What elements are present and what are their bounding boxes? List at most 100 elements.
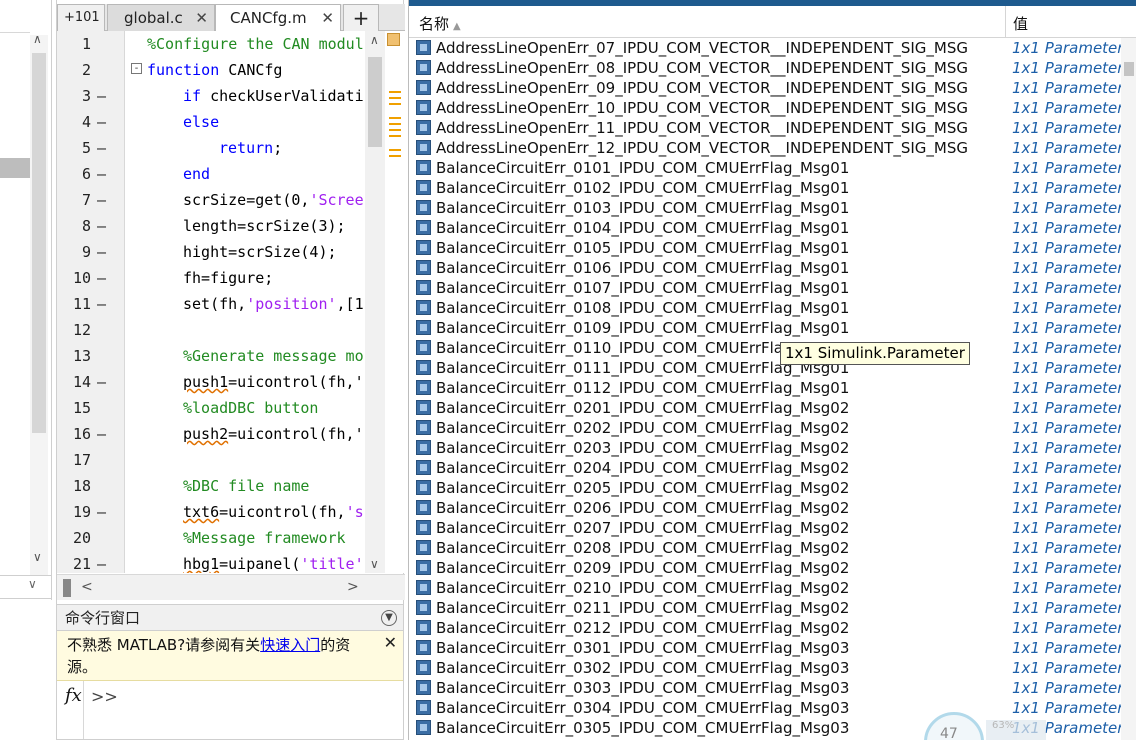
variable-row[interactable]: BalanceCircuitErr_0207_IPDU_COM_CMUErrFl… [409,518,1121,538]
fold-toggle-icon[interactable]: - [131,63,142,74]
panel-menu-icon[interactable]: ▼ [381,610,397,626]
breakpoint-marker[interactable]: — [97,161,106,187]
chevron-down-icon[interactable]: ∨ [28,577,37,591]
warning-marker[interactable] [389,117,401,119]
warning-marker[interactable] [389,103,401,105]
variable-row[interactable]: BalanceCircuitErr_0102_IPDU_COM_CMUErrFl… [409,178,1121,198]
variable-row[interactable]: BalanceCircuitErr_0108_IPDU_COM_CMUErrFl… [409,298,1121,318]
code-line[interactable]: 4 — else [57,109,365,135]
warning-marker[interactable] [389,129,401,131]
variable-row[interactable]: BalanceCircuitErr_0303_IPDU_COM_CMUErrFl… [409,678,1121,698]
warning-marker[interactable] [389,155,401,157]
variable-row[interactable]: BalanceCircuitErr_0205_IPDU_COM_CMUErrFl… [409,478,1121,498]
code-line[interactable]: 17 [57,447,365,473]
code-line[interactable]: 9 — hight=scrSize(4); [57,239,365,265]
scrollbar-thumb[interactable] [32,53,46,433]
scroll-left-icon[interactable]: < [81,579,93,595]
column-header-value[interactable]: 值 [1013,13,1028,34]
scroll-up-icon[interactable]: ∧ [33,32,42,46]
code-line[interactable]: 3 — if checkUserValidati [57,83,365,109]
code-line[interactable]: 18 %DBC file name [57,473,365,499]
warning-marker[interactable] [389,149,401,151]
breakpoint-marker[interactable]: — [97,135,106,161]
code-line[interactable]: 16 — push2=uicontrol(fh,' [57,421,365,447]
variable-row[interactable]: AddressLineOpenErr_09_IPDU_COM_VECTOR__I… [409,78,1121,98]
variable-row[interactable]: BalanceCircuitErr_0304_IPDU_COM_CMUErrFl… [409,698,1121,718]
breakpoint-marker[interactable]: — [97,83,106,109]
variable-row[interactable]: BalanceCircuitErr_0105_IPDU_COM_CMUErrFl… [409,238,1121,258]
breakpoint-marker[interactable]: — [97,499,106,525]
variable-row[interactable]: AddressLineOpenErr_07_IPDU_COM_VECTOR__I… [409,38,1121,58]
variable-row[interactable]: BalanceCircuitErr_0111_IPDU_COM_CMUErrFl… [409,358,1121,378]
scrollbar-thumb[interactable] [1124,62,1134,76]
variable-row[interactable]: BalanceCircuitErr_0107_IPDU_COM_CMUErrFl… [409,278,1121,298]
warning-marker[interactable] [389,123,401,125]
warning-marker[interactable] [389,97,401,99]
floating-monitor-widget[interactable]: 47 [924,712,988,740]
warning-marker[interactable] [389,135,401,137]
code-line[interactable]: 19 — txt6=uicontrol(fh,'s [57,499,365,525]
breakpoint-marker[interactable]: — [97,265,106,291]
code-line[interactable]: 15 %loadDBC button [57,395,365,421]
variable-row[interactable]: BalanceCircuitErr_0104_IPDU_COM_CMUErrFl… [409,218,1121,238]
scroll-right-icon[interactable]: > [347,579,359,595]
workspace-vertical-scrollbar[interactable] [1121,38,1136,740]
warning-status-icon[interactable] [387,33,400,46]
variable-row[interactable]: BalanceCircuitErr_0302_IPDU_COM_CMUErrFl… [409,658,1121,678]
variable-row[interactable]: AddressLineOpenErr_10_IPDU_COM_VECTOR__I… [409,98,1121,118]
variable-row[interactable]: BalanceCircuitErr_0208_IPDU_COM_CMUErrFl… [409,538,1121,558]
code-line[interactable]: 8 — length=scrSize(3); [57,213,365,239]
variable-row[interactable]: BalanceCircuitErr_0110_IPDU_COM_CMUErrFl… [409,338,1121,358]
getting-started-link[interactable]: 快速入门 [260,636,320,654]
variable-row[interactable]: BalanceCircuitErr_0210_IPDU_COM_CMUErrFl… [409,578,1121,598]
scrollbar-thumb[interactable] [368,57,382,147]
breakpoint-marker[interactable]: — [97,109,106,135]
code-line[interactable]: 5 — return; [57,135,365,161]
command-prompt[interactable]: >> [91,687,118,706]
code-line[interactable]: 14 — push1=uicontrol(fh,' [57,369,365,395]
scroll-up-icon[interactable]: ∧ [370,33,379,47]
warning-marker[interactable] [389,91,401,93]
code-line[interactable]: 12 [57,317,365,343]
variable-row[interactable]: BalanceCircuitErr_0112_IPDU_COM_CMUErrFl… [409,378,1121,398]
variable-row[interactable]: BalanceCircuitErr_0204_IPDU_COM_CMUErrFl… [409,458,1121,478]
variable-row[interactable]: AddressLineOpenErr_11_IPDU_COM_VECTOR__I… [409,118,1121,138]
variable-row[interactable]: BalanceCircuitErr_0106_IPDU_COM_CMUErrFl… [409,258,1121,278]
breakpoint-marker[interactable]: — [97,421,106,447]
variable-row[interactable]: BalanceCircuitErr_0202_IPDU_COM_CMUErrFl… [409,418,1121,438]
breakpoint-marker[interactable]: — [97,369,106,395]
function-browser-icon[interactable]: fx [65,685,82,706]
breakpoint-marker[interactable]: — [97,551,106,573]
code-line[interactable]: 6 — end [57,161,365,187]
variable-row[interactable]: BalanceCircuitErr_0101_IPDU_COM_CMUErrFl… [409,158,1121,178]
scroll-down-icon[interactable]: ∨ [370,557,379,571]
breakpoint-marker[interactable]: — [97,213,106,239]
code-line[interactable]: 20 %Message framework [57,525,365,551]
code-line[interactable]: 13 %Generate message mo [57,343,365,369]
code-line[interactable]: 11 — set(fh,'position',[1 [57,291,365,317]
variable-row[interactable]: AddressLineOpenErr_12_IPDU_COM_VECTOR__I… [409,138,1121,158]
scrollbar-thumb[interactable] [63,579,71,597]
variable-row[interactable]: BalanceCircuitErr_0201_IPDU_COM_CMUErrFl… [409,398,1121,418]
breakpoint-marker[interactable]: — [97,239,106,265]
breakpoint-marker[interactable]: — [97,291,106,317]
left-vertical-scrollbar[interactable] [30,35,48,575]
code-line[interactable]: 1 %Configure the CAN modul [57,31,365,57]
variable-row[interactable]: BalanceCircuitErr_0109_IPDU_COM_CMUErrFl… [409,318,1121,338]
editor-horizontal-scrollbar[interactable]: < > [57,574,405,600]
code-line[interactable]: 7 — scrSize=get(0,'Scree [57,187,365,213]
code-line[interactable]: 21 — hbg1=uipanel('title' [57,551,365,573]
code-lines[interactable]: 1 %Configure the CAN modul 2 - function CANC… [57,0,365,573]
variable-row[interactable]: BalanceCircuitErr_0301_IPDU_COM_CMUErrFl… [409,638,1121,658]
variable-row[interactable]: BalanceCircuitErr_0206_IPDU_COM_CMUErrFl… [409,498,1121,518]
close-notice-icon[interactable]: ✕ [384,633,397,652]
variable-row[interactable]: BalanceCircuitErr_0212_IPDU_COM_CMUErrFl… [409,618,1121,638]
column-header-name[interactable]: 名称 ▲ [419,13,461,34]
scroll-down-icon[interactable]: ∨ [33,550,42,564]
breakpoint-marker[interactable]: — [97,187,106,213]
variable-row[interactable]: BalanceCircuitErr_0211_IPDU_COM_CMUErrFl… [409,598,1121,618]
selected-file-row[interactable] [0,158,30,178]
editor-vertical-scrollbar[interactable]: ∧ ∨ [365,31,385,573]
variable-row[interactable]: BalanceCircuitErr_0203_IPDU_COM_CMUErrFl… [409,438,1121,458]
code-line[interactable]: 2 - function CANCfg [57,57,365,83]
